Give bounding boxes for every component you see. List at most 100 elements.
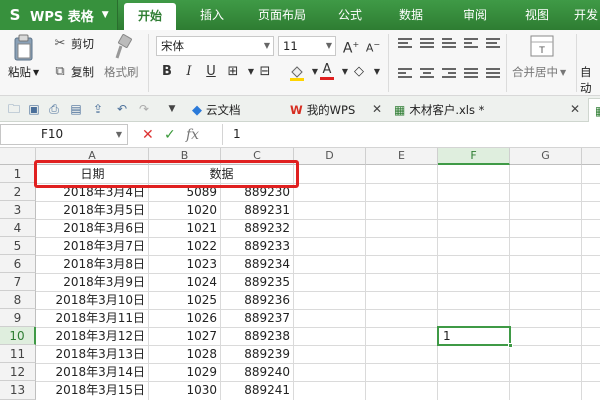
value-cell[interactable]: 889234: [221, 255, 294, 273]
justify-icon[interactable]: [464, 68, 478, 80]
name-box[interactable]: F10 ▼: [0, 124, 128, 145]
date-cell[interactable]: 2018年3月11日: [36, 309, 149, 327]
distribute-icon[interactable]: [486, 68, 500, 80]
tab-data[interactable]: 数据: [386, 0, 436, 30]
value-cell[interactable]: 1026: [149, 309, 221, 327]
tab-workbook[interactable]: ▦ 木材客户.xls *: [394, 98, 484, 122]
italic-button[interactable]: I: [180, 63, 198, 81]
align-bottom-icon[interactable]: [442, 38, 456, 50]
date-cell[interactable]: 2018年3月6日: [36, 219, 149, 237]
align-top-icon[interactable]: [398, 38, 412, 50]
print-preview-icon[interactable]: ▤: [68, 101, 84, 117]
row-header[interactable]: 5: [0, 237, 36, 255]
font-name-select[interactable]: 宋体 ▼: [156, 36, 274, 56]
font-size-select[interactable]: 11 ▼: [278, 36, 336, 56]
tab-view[interactable]: 视图: [512, 0, 562, 30]
value-cell[interactable]: 1020: [149, 201, 221, 219]
orientation-icon[interactable]: [464, 38, 478, 50]
clear-format-icon[interactable]: ◇: [350, 63, 368, 81]
chevron-down-icon[interactable]: ▼: [368, 63, 386, 81]
date-cell[interactable]: 2018年3月9日: [36, 273, 149, 291]
tab-cloud-docs[interactable]: ◆ 云文档: [192, 98, 241, 122]
row-header[interactable]: 8: [0, 291, 36, 309]
tab-formulas[interactable]: 公式: [328, 0, 372, 30]
save-icon[interactable]: ▣: [26, 101, 42, 117]
select-all-corner[interactable]: [0, 148, 36, 165]
formula-input[interactable]: 1: [222, 124, 600, 145]
tab-start[interactable]: 开始: [124, 3, 176, 30]
row-header[interactable]: 7: [0, 273, 36, 291]
row-header[interactable]: 4: [0, 219, 36, 237]
cut-button[interactable]: ✂ 剪切: [52, 36, 94, 52]
value-cell[interactable]: 889241: [221, 381, 294, 399]
value-cell[interactable]: 1023: [149, 255, 221, 273]
tab-developer[interactable]: 开发: [572, 0, 600, 30]
date-cell[interactable]: 2018年3月14日: [36, 363, 149, 381]
tab-insert[interactable]: 插入: [186, 0, 238, 30]
column-header-f[interactable]: F: [438, 148, 510, 165]
row-header[interactable]: 12: [0, 363, 36, 381]
value-cell[interactable]: 1021: [149, 219, 221, 237]
value-cell[interactable]: 889235: [221, 273, 294, 291]
close-icon[interactable]: ✕: [372, 102, 382, 116]
date-cell[interactable]: 2018年3月5日: [36, 201, 149, 219]
value-cell[interactable]: 1025: [149, 291, 221, 309]
row-header[interactable]: 9: [0, 309, 36, 327]
app-menu-button[interactable]: S WPS 表格 ▼: [0, 0, 118, 30]
align-middle-icon[interactable]: [420, 38, 434, 50]
row-header[interactable]: 3: [0, 201, 36, 219]
align-center-icon[interactable]: [420, 68, 434, 80]
customize-quick-access-icon[interactable]: ▼: [164, 101, 180, 117]
insert-function-icon[interactable]: fx: [186, 126, 199, 144]
value-cell[interactable]: 889239: [221, 345, 294, 363]
print-icon[interactable]: ⎙: [46, 101, 62, 117]
row-header[interactable]: 13: [0, 381, 36, 400]
row-header[interactable]: 2: [0, 183, 36, 201]
date-cell[interactable]: 2018年3月13日: [36, 345, 149, 363]
value-cell[interactable]: 1028: [149, 345, 221, 363]
value-cell[interactable]: 1029: [149, 363, 221, 381]
borders-icon[interactable]: ⊞: [224, 63, 242, 81]
date-cell[interactable]: 2018年3月10日: [36, 291, 149, 309]
cancel-icon[interactable]: ✕: [142, 126, 154, 144]
confirm-icon[interactable]: ✓: [164, 126, 176, 144]
value-cell[interactable]: 889231: [221, 201, 294, 219]
format-painter-label[interactable]: 格式刷: [104, 64, 139, 80]
tab-my-wps[interactable]: W 我的WPS: [290, 98, 355, 122]
tab-review[interactable]: 审阅: [450, 0, 500, 30]
value-cell[interactable]: 1027: [149, 327, 221, 345]
value-cell[interactable]: 889240: [221, 363, 294, 381]
value-cell[interactable]: 889233: [221, 237, 294, 255]
fill-handle[interactable]: [508, 343, 513, 348]
column-header-e[interactable]: E: [366, 148, 438, 165]
active-cell-f10[interactable]: 1: [437, 326, 513, 348]
wrap-icon[interactable]: [486, 38, 500, 50]
date-cell[interactable]: 2018年3月8日: [36, 255, 149, 273]
auto-wrap-button[interactable]: 自动: [580, 64, 600, 96]
value-cell[interactable]: 889238: [221, 327, 294, 345]
value-cell[interactable]: 889237: [221, 309, 294, 327]
underline-button[interactable]: U: [202, 63, 220, 81]
row-header[interactable]: 10: [0, 327, 36, 345]
increase-font-icon[interactable]: A+: [342, 36, 360, 57]
column-header-d[interactable]: D: [294, 148, 366, 165]
paste-label[interactable]: 粘贴 ▼: [8, 64, 39, 80]
export-icon[interactable]: ⇪: [90, 101, 106, 117]
close-icon[interactable]: ✕: [570, 102, 580, 116]
row-header[interactable]: 1: [0, 165, 36, 183]
value-cell[interactable]: 1022: [149, 237, 221, 255]
value-cell[interactable]: 889232: [221, 219, 294, 237]
decrease-font-icon[interactable]: A−: [364, 36, 382, 55]
date-cell[interactable]: 2018年3月7日: [36, 237, 149, 255]
font-color-icon[interactable]: A: [318, 63, 336, 81]
column-header-h[interactable]: [582, 148, 600, 165]
date-cell[interactable]: 2018年3月15日: [36, 381, 149, 399]
row-header[interactable]: 6: [0, 255, 36, 273]
align-right-icon[interactable]: [442, 68, 456, 80]
date-cell[interactable]: 2018年3月12日: [36, 327, 149, 345]
paste-button[interactable]: [12, 34, 36, 62]
merge-center-button[interactable]: 合并居中 ▼: [512, 64, 566, 80]
grid-lines-icon[interactable]: ⊟: [256, 63, 274, 81]
bold-button[interactable]: B: [158, 63, 176, 81]
folder-icon[interactable]: 🗀: [6, 101, 22, 117]
